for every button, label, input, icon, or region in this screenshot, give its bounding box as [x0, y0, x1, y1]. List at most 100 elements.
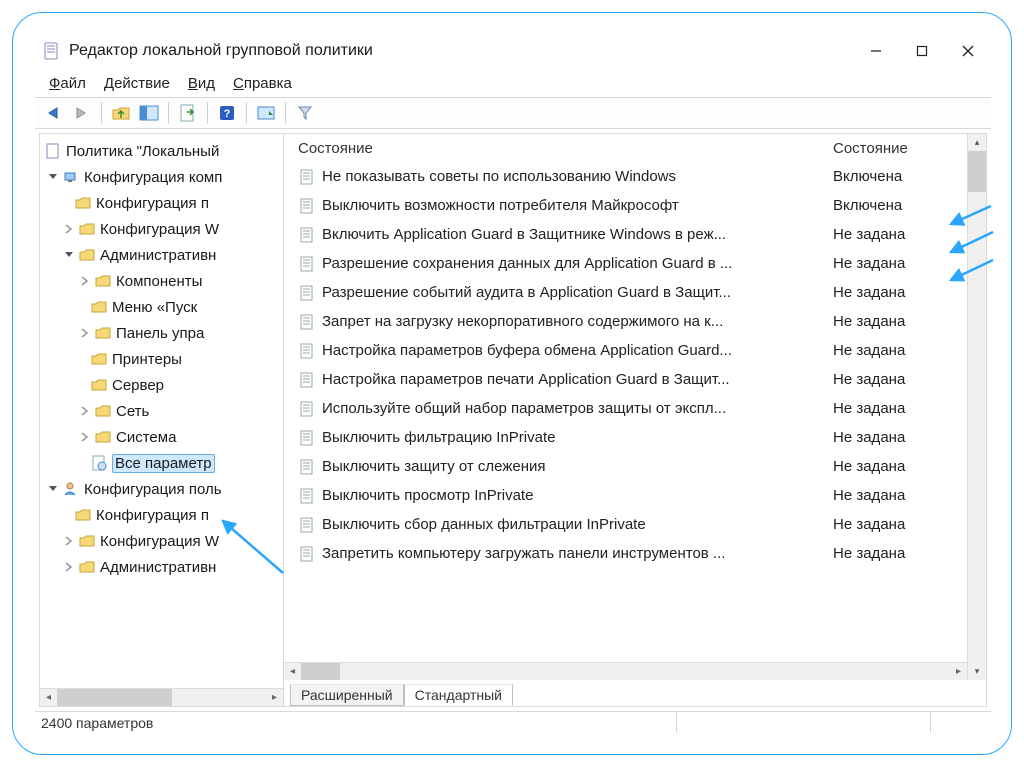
policy-item-icon: [298, 516, 316, 534]
tree-view[interactable]: Политика "Локальный Конфигурация комп Ко…: [40, 134, 283, 688]
list-vscrollbar[interactable]: ▴ ▾: [968, 134, 986, 680]
tree-printers[interactable]: Принтеры: [112, 351, 182, 368]
tree-hscrollbar[interactable]: ◂ ▸: [40, 688, 283, 706]
maximize-button[interactable]: [899, 33, 945, 69]
computer-config-icon: [62, 169, 80, 185]
folder-icon: [90, 299, 108, 315]
scroll-down-icon[interactable]: ▾: [968, 663, 986, 680]
tree-control-panel[interactable]: Панель упра: [116, 325, 204, 342]
forward-button[interactable]: [69, 100, 95, 126]
chevron-right-icon[interactable]: [62, 560, 76, 574]
menubar: Файл Действие Вид Справка: [35, 69, 991, 97]
close-button[interactable]: [945, 33, 991, 69]
policy-item-icon: [298, 313, 316, 331]
tree-admin-templates[interactable]: Административн: [100, 247, 216, 264]
tree-u-software-cfg[interactable]: Конфигурация п: [96, 507, 209, 524]
menu-view[interactable]: Вид: [188, 75, 215, 92]
folder-icon: [94, 273, 112, 289]
folder-icon: [94, 429, 112, 445]
list-row[interactable]: Выключить возможности потребителя Майкро…: [284, 191, 967, 220]
folder-icon: [78, 533, 96, 549]
list-row[interactable]: Настройка параметров буфера обмена Appli…: [284, 336, 967, 365]
up-folder-button[interactable]: [108, 100, 134, 126]
list-row[interactable]: Выключить защиту от слеженияНе задана: [284, 452, 967, 481]
scroll-right-icon[interactable]: ▸: [950, 663, 967, 680]
list-row[interactable]: Разрешение событий аудита в Application …: [284, 278, 967, 307]
tree-u-admin-templates[interactable]: Административн: [100, 559, 216, 576]
tree-u-windows-cfg[interactable]: Конфигурация W: [100, 533, 219, 550]
folder-icon: [78, 247, 96, 263]
row-name: Используйте общий набор параметров защит…: [322, 400, 833, 417]
show-hide-tree-button[interactable]: [136, 100, 162, 126]
scroll-up-icon[interactable]: ▴: [968, 134, 986, 151]
row-state: Не задана: [833, 342, 953, 359]
window: Редактор локальной групповой политики Фа…: [35, 33, 991, 733]
tree-server[interactable]: Сервер: [112, 377, 164, 394]
filter-button[interactable]: [292, 100, 318, 126]
list-row[interactable]: Используйте общий набор параметров защит…: [284, 394, 967, 423]
export-list-button[interactable]: [175, 100, 201, 126]
list-row[interactable]: Выключить просмотр InPrivateНе задана: [284, 481, 967, 510]
menu-help[interactable]: Справка: [233, 75, 292, 92]
tree-windows-cfg[interactable]: Конфигурация W: [100, 221, 219, 238]
tree-computer-cfg[interactable]: Конфигурация комп: [84, 169, 222, 186]
tree-network[interactable]: Сеть: [116, 403, 149, 420]
tab-standard[interactable]: Стандартный: [404, 684, 513, 706]
row-state: Не задана: [833, 371, 953, 388]
row-name: Выключить возможности потребителя Майкро…: [322, 197, 833, 214]
toolbar: ?: [35, 97, 991, 129]
properties-button[interactable]: [253, 100, 279, 126]
col-state-1[interactable]: Состояние: [298, 140, 833, 157]
row-name: Разрешение сохранения данных для Applica…: [322, 255, 833, 272]
list-row[interactable]: Не показывать советы по использованию Wi…: [284, 162, 967, 191]
back-button[interactable]: [41, 100, 67, 126]
list-row[interactable]: Запретить компьютеру загружать панели ин…: [284, 539, 967, 568]
row-name: Запретить компьютеру загружать панели ин…: [322, 545, 833, 562]
help-button[interactable]: ?: [214, 100, 240, 126]
menu-file[interactable]: Файл: [49, 75, 86, 92]
folder-icon: [78, 221, 96, 237]
tree-root[interactable]: Политика "Локальный: [66, 143, 219, 160]
chevron-right-icon[interactable]: [78, 404, 92, 418]
tree-software-cfg[interactable]: Конфигурация п: [96, 195, 209, 212]
list-row[interactable]: Выключить фильтрацию InPrivateНе задана: [284, 423, 967, 452]
folder-icon: [74, 195, 92, 211]
content-area: Политика "Локальный Конфигурация комп Ко…: [39, 133, 987, 707]
svg-text:?: ?: [224, 108, 231, 120]
policy-item-icon: [298, 458, 316, 476]
col-state-2[interactable]: Состояние: [833, 140, 953, 157]
list-row[interactable]: Включить Application Guard в Защитнике W…: [284, 220, 967, 249]
list-tabs: Расширенный Стандартный: [284, 680, 986, 706]
scroll-left-icon[interactable]: ◂: [284, 663, 301, 680]
list-row[interactable]: Разрешение сохранения данных для Applica…: [284, 249, 967, 278]
scroll-right-icon[interactable]: ▸: [266, 689, 283, 706]
row-name: Настройка параметров печати Application …: [322, 371, 833, 388]
tree-system[interactable]: Система: [116, 429, 176, 446]
row-name: Выключить защиту от слежения: [322, 458, 833, 475]
tree-all-settings[interactable]: Все параметр: [112, 454, 215, 473]
chevron-down-icon[interactable]: [46, 170, 60, 184]
scroll-left-icon[interactable]: ◂: [40, 689, 57, 706]
chevron-right-icon[interactable]: [78, 430, 92, 444]
tree-start-menu[interactable]: Меню «Пуск: [112, 299, 197, 316]
row-state: Включена: [833, 197, 953, 214]
policy-item-icon: [298, 400, 316, 418]
list-row[interactable]: Выключить сбор данных фильтрации InPriva…: [284, 510, 967, 539]
tree-user-cfg[interactable]: Конфигурация поль: [84, 481, 222, 498]
tab-extended[interactable]: Расширенный: [290, 684, 404, 706]
list-row[interactable]: Запрет на загрузку некорпоративного соде…: [284, 307, 967, 336]
chevron-right-icon[interactable]: [62, 534, 76, 548]
list-hscrollbar[interactable]: ◂ ▸: [284, 662, 967, 680]
row-state: Не задана: [833, 458, 953, 475]
tree-components[interactable]: Компоненты: [116, 273, 202, 290]
chevron-down-icon[interactable]: [62, 248, 76, 262]
row-name: Разрешение событий аудита в Application …: [322, 284, 833, 301]
chevron-down-icon[interactable]: [46, 482, 60, 496]
chevron-right-icon[interactable]: [78, 274, 92, 288]
user-config-icon: [62, 481, 80, 497]
menu-action[interactable]: Действие: [104, 75, 170, 92]
list-row[interactable]: Настройка параметров печати Application …: [284, 365, 967, 394]
chevron-right-icon[interactable]: [78, 326, 92, 340]
minimize-button[interactable]: [853, 33, 899, 69]
chevron-right-icon[interactable]: [62, 222, 76, 236]
